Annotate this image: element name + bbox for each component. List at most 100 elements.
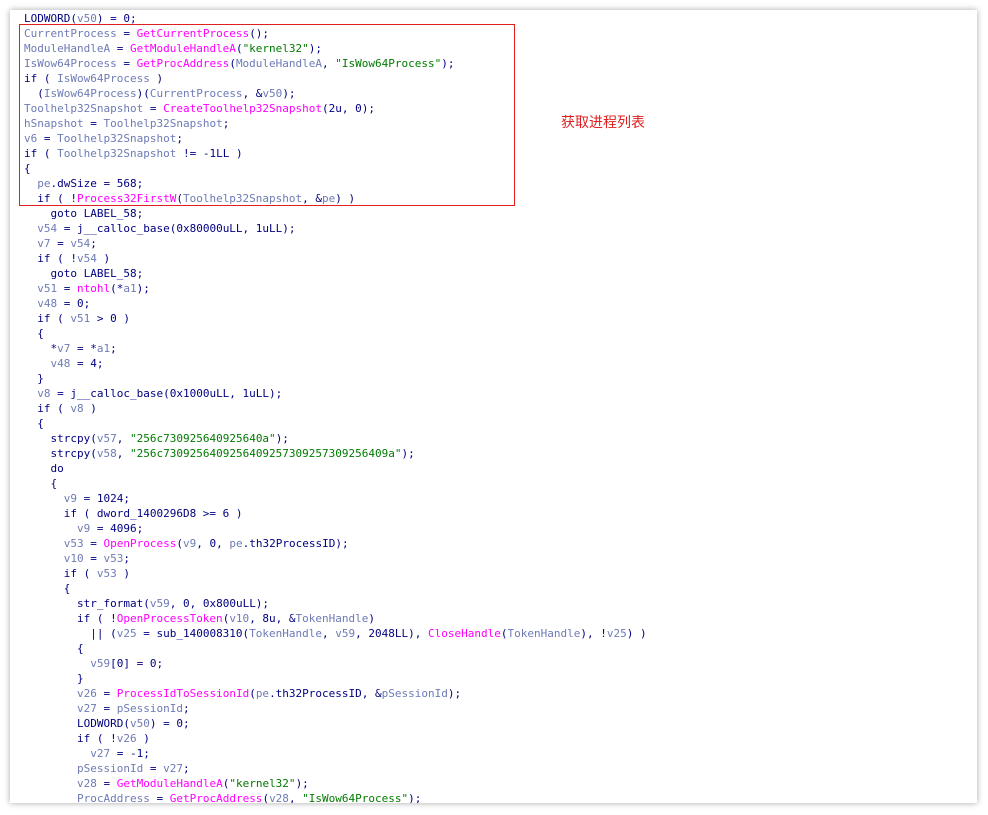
code-token: = xyxy=(96,777,117,790)
code-token: ( xyxy=(249,687,256,700)
code-token: strcpy( xyxy=(24,432,97,445)
code-token: = xyxy=(96,702,117,715)
code-token: ) xyxy=(368,612,376,625)
code-token: OpenProcessToken xyxy=(116,612,223,625)
code-line: v53 = OpenProcess(v9, 0, pe.th32ProcessI… xyxy=(24,536,647,551)
code-token: ; xyxy=(90,237,97,250)
code-line: } xyxy=(24,371,647,386)
code-token: if ( ! xyxy=(24,252,77,265)
code-token: v26 xyxy=(76,687,97,700)
code-token: str_format( xyxy=(24,597,150,610)
code-token: ); xyxy=(447,687,462,700)
code-token: v54 xyxy=(37,222,58,235)
code-token: = 4096; xyxy=(90,522,144,535)
code-token: , xyxy=(116,432,130,445)
code-token: ; xyxy=(110,342,117,355)
code-line: goto LABEL_58; xyxy=(24,206,647,221)
code-token: { xyxy=(24,582,71,595)
code-token: v53 xyxy=(96,567,117,580)
code-line: if ( !v54 ) xyxy=(24,251,647,266)
code-line: strcpy(v58, "256c73092564092564092573092… xyxy=(24,446,647,461)
code-token: v58 xyxy=(96,447,117,460)
code-token: ( xyxy=(176,537,183,550)
code-token: = -1; xyxy=(110,747,150,760)
code-token: if ( xyxy=(24,567,97,580)
code-token: v9 xyxy=(76,522,91,535)
code-token: ProcessIdToSessionId xyxy=(116,687,250,700)
code-panel: LODWORD(v50) = 0; CurrentProcess = GetCur… xyxy=(10,10,977,803)
code-token: ); xyxy=(275,432,289,445)
code-token: = j__calloc_base(0x1000uLL, 1uLL); xyxy=(50,387,283,400)
code-line: ProcAddress = GetProcAddress(v28, "IsWow… xyxy=(24,791,647,803)
code-token: v9 xyxy=(182,537,197,550)
code-token: v27 xyxy=(90,747,111,760)
code-token: pSessionId xyxy=(76,762,144,775)
code-token: ); xyxy=(295,777,309,790)
code-token: = xyxy=(83,537,104,550)
code-line: || (v25 = sub_140008310(TokenHandle, v59… xyxy=(24,626,646,641)
code-token: "kernel32" xyxy=(229,777,296,790)
code-line: strcpy(v57, "256c730925640925640a"); xyxy=(24,431,647,446)
code-token: v27 xyxy=(76,702,97,715)
code-token: v26 xyxy=(116,732,137,745)
code-line: v8 = j__calloc_base(0x1000uLL, 1uLL); xyxy=(24,386,647,401)
code-token: v54 xyxy=(70,237,91,250)
code-line: if ( !OpenProcessToken(v10, 8u, &TokenHa… xyxy=(24,611,647,626)
code-token: { xyxy=(24,477,58,490)
code-line: do xyxy=(24,461,647,476)
code-token: v51 xyxy=(70,312,91,325)
code-token: v25 xyxy=(116,627,137,640)
code-token: v7 xyxy=(37,237,51,250)
code-token: a1 xyxy=(96,342,111,355)
code-token: OpenProcess xyxy=(103,537,177,550)
code-token: CloseHandle xyxy=(428,627,501,640)
code-token: v10 xyxy=(63,552,84,565)
code-token: ); xyxy=(401,447,415,460)
code-token: pSessionId xyxy=(116,702,183,715)
code-token: = xyxy=(57,282,77,295)
highlight-box xyxy=(19,24,515,206)
code-token: v59 xyxy=(335,627,356,640)
code-token: ) = 0; xyxy=(149,717,190,730)
code-token: v7 xyxy=(57,342,71,355)
code-token: ( xyxy=(500,627,508,640)
code-token: v51 xyxy=(37,282,58,295)
code-token: do xyxy=(24,462,64,475)
code-token: [0] = 0; xyxy=(110,657,164,670)
code-token: if ( xyxy=(24,312,71,325)
code-token: ntohl xyxy=(77,282,111,295)
code-token: { xyxy=(24,642,84,655)
code-token: pSessionId xyxy=(381,687,448,700)
code-token: "256c730925640925640a" xyxy=(129,432,276,445)
code-token: v28 xyxy=(269,792,289,803)
code-line: { xyxy=(24,416,647,431)
code-line: v48 = 0; xyxy=(24,296,647,311)
code-line: v27 = pSessionId; xyxy=(24,701,647,716)
code-token: > 0 ) xyxy=(90,312,130,325)
code-token: v10 xyxy=(229,612,250,625)
code-line: if ( dword_1400296D8 >= 6 ) xyxy=(24,506,647,521)
code-line: str_format(v59, 0, 0x800uLL); xyxy=(24,596,647,611)
code-line: v48 = 4; xyxy=(24,356,647,371)
code-token: } xyxy=(24,372,44,385)
code-token: = xyxy=(50,237,71,250)
code-token: if ( ! xyxy=(24,732,117,745)
code-line: v27 = -1; xyxy=(24,746,647,761)
code-token: pe xyxy=(255,687,270,700)
code-line: v9 = 1024; xyxy=(24,491,647,506)
code-token: "IsWow64Process" xyxy=(302,792,409,803)
code-line: { xyxy=(24,641,647,656)
code-token: ) xyxy=(136,732,150,745)
code-token: = 4; xyxy=(70,357,104,370)
code-token: if ( ! xyxy=(24,612,117,625)
code-token: } xyxy=(24,672,84,685)
code-token: v57 xyxy=(96,432,117,445)
code-token: = xyxy=(149,792,170,803)
code-line: v28 = GetModuleHandleA("kernel32"); xyxy=(24,776,647,791)
